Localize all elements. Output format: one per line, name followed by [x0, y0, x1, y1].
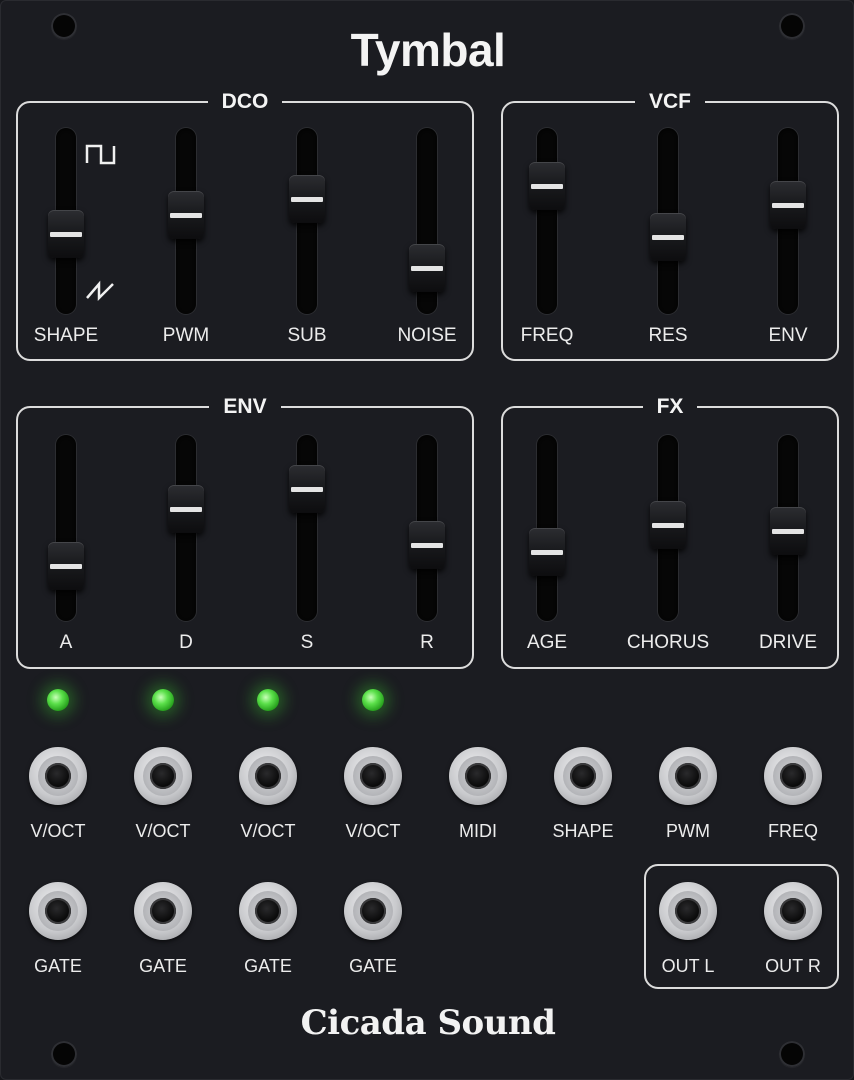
slider-handle[interactable]: [529, 162, 565, 211]
slider-label-res: RES: [648, 325, 688, 346]
slider-pwm[interactable]: [156, 128, 216, 314]
slider-label-sub: SUB: [287, 325, 327, 346]
slider-handle[interactable]: [770, 181, 806, 230]
slider-label-decay: D: [179, 632, 193, 653]
slider-label-chorus: CHORUS: [626, 632, 710, 653]
jack-label: GATE: [349, 956, 397, 976]
section-title-fx: FX: [642, 395, 698, 418]
module-panel: Tymbal DCO VCF ENV FX SHAPE PWM SUB NOIS…: [0, 0, 854, 1080]
jack-midi[interactable]: [449, 747, 507, 805]
jack-label: GATE: [139, 956, 187, 976]
slider-label-freq: FREQ: [520, 325, 574, 346]
square-wave-icon: [85, 144, 116, 165]
jack-label: FREQ: [767, 821, 818, 841]
gate-led-4: [362, 689, 384, 711]
jack-label: MIDI: [459, 821, 497, 841]
slider-chorus[interactable]: [638, 435, 698, 621]
slider-release[interactable]: [397, 435, 457, 621]
slider-label-drive: DRIVE: [758, 632, 818, 653]
jack-gate-4[interactable]: [344, 882, 402, 940]
slider-label-noise: NOISE: [397, 325, 457, 346]
slider-sustain[interactable]: [277, 435, 337, 621]
slider-handle[interactable]: [770, 507, 806, 556]
jack-label: PWM: [666, 821, 710, 841]
slider-label-attack: A: [59, 632, 73, 653]
jack-pwm-cv[interactable]: [659, 747, 717, 805]
slider-handle[interactable]: [168, 190, 204, 239]
gate-led-3: [257, 689, 279, 711]
slider-track: [537, 128, 557, 314]
slider-vcf-env[interactable]: [758, 128, 818, 314]
slider-label-vcf-env: ENV: [768, 325, 808, 346]
jack-label: V/OCT: [135, 821, 191, 841]
jack-gate-1[interactable]: [29, 882, 87, 940]
slider-handle[interactable]: [289, 464, 325, 513]
slider-noise[interactable]: [397, 128, 457, 314]
slider-attack[interactable]: [36, 435, 96, 621]
slider-label-shape: SHAPE: [33, 325, 99, 346]
slider-label-pwm: PWM: [162, 325, 210, 346]
jack-label: GATE: [34, 956, 82, 976]
section-title-env: ENV: [209, 395, 281, 418]
module-title: Tymbal: [350, 24, 506, 76]
slider-track: [297, 435, 317, 621]
slider-handle[interactable]: [48, 541, 84, 590]
slider-label-sustain: S: [300, 632, 314, 653]
jack-label: V/OCT: [240, 821, 296, 841]
jack-voct-1[interactable]: [29, 747, 87, 805]
slider-handle[interactable]: [289, 174, 325, 223]
slider-handle[interactable]: [168, 485, 204, 534]
slider-handle[interactable]: [409, 244, 445, 293]
jack-freq-cv[interactable]: [764, 747, 822, 805]
jack-out-r[interactable]: [764, 882, 822, 940]
slider-label-release: R: [420, 632, 434, 653]
slider-age[interactable]: [517, 435, 577, 621]
brand-logo: Cicada Sound: [300, 1003, 556, 1043]
slider-handle[interactable]: [409, 521, 445, 570]
jack-voct-4[interactable]: [344, 747, 402, 805]
jack-shape-cv[interactable]: [554, 747, 612, 805]
section-title-vcf: VCF: [635, 90, 705, 113]
jack-label: V/OCT: [345, 821, 401, 841]
slider-freq[interactable]: [517, 128, 577, 314]
jack-label: SHAPE: [552, 821, 614, 841]
slider-handle[interactable]: [48, 209, 84, 258]
jack-gate-3[interactable]: [239, 882, 297, 940]
slider-label-age: AGE: [526, 632, 568, 653]
slider-handle[interactable]: [529, 527, 565, 576]
slider-sub[interactable]: [277, 128, 337, 314]
saw-wave-icon: [86, 280, 114, 301]
slider-res[interactable]: [638, 128, 698, 314]
output-label: OUT L: [661, 956, 715, 976]
jack-voct-2[interactable]: [134, 747, 192, 805]
jack-out-l[interactable]: [659, 882, 717, 940]
gate-led-2: [152, 689, 174, 711]
output-label: OUT R: [765, 956, 821, 976]
slider-track: [56, 435, 76, 621]
jack-label: V/OCT: [30, 821, 86, 841]
screw-bottom-right: [779, 1041, 805, 1067]
screw-bottom-left: [51, 1041, 77, 1067]
slider-handle[interactable]: [650, 212, 686, 261]
jack-label: GATE: [244, 956, 292, 976]
jack-voct-3[interactable]: [239, 747, 297, 805]
gate-led-1: [47, 689, 69, 711]
slider-drive[interactable]: [758, 435, 818, 621]
slider-decay[interactable]: [156, 435, 216, 621]
slider-handle[interactable]: [650, 500, 686, 549]
section-title-dco: DCO: [207, 90, 283, 113]
jack-gate-2[interactable]: [134, 882, 192, 940]
